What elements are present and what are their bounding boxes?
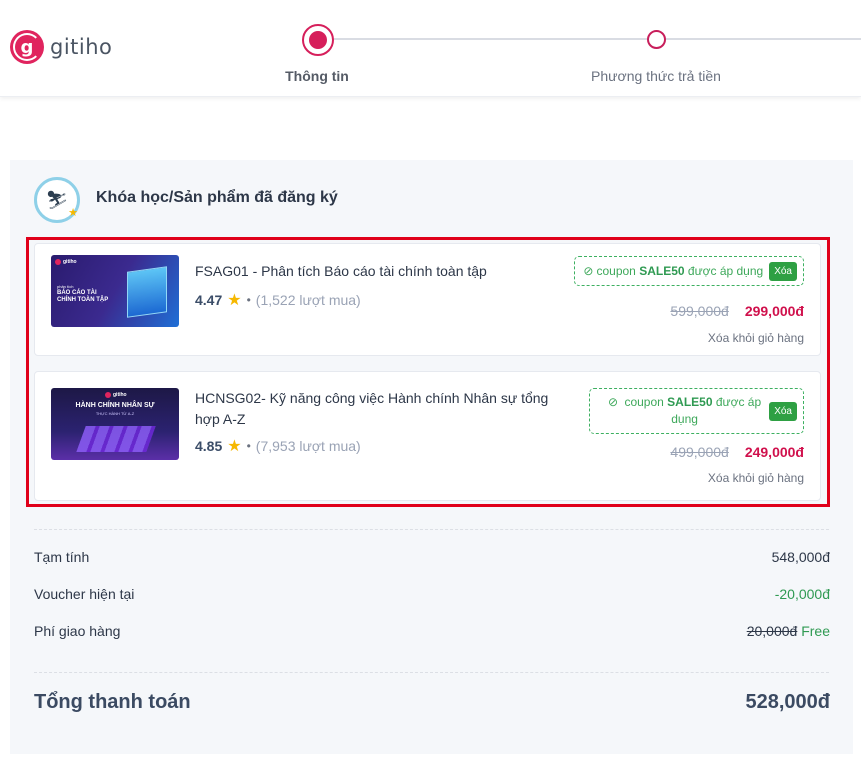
thumbnail-graphic xyxy=(127,266,167,318)
coupon-text: ⊘ coupon SALE50 được áp dụng xyxy=(608,395,762,426)
section-title: Khóa học/Sản phẩm đã đăng ký xyxy=(96,189,338,206)
old-price: 599,000đ xyxy=(670,303,729,319)
subtotal-label: Tạm tính xyxy=(34,549,90,565)
course-thumbnail[interactable]: gitiho phân tích BÁO CÁO TÀI CHÍNH TOÀN T… xyxy=(51,255,179,327)
separator-dot: • xyxy=(246,293,251,307)
thumbnail-brand: gitiho xyxy=(55,259,77,265)
divider xyxy=(34,529,829,530)
star-icon: ★ xyxy=(227,438,242,455)
remove-coupon-button[interactable]: Xóa xyxy=(769,401,797,421)
header: g gitiho Thông tin Phương thức trả tiền xyxy=(0,0,861,97)
step-1-indicator xyxy=(302,24,334,56)
cart-panel: ⛷ ★ Khóa học/Sản phẩm đã đăng ký gitiho p… xyxy=(10,160,853,754)
purchase-count: (1,522 lượt mua) xyxy=(255,292,361,308)
total-label: Tổng thanh toán xyxy=(34,691,191,713)
coupon-code: SALE50 xyxy=(667,395,713,409)
shipping-old-fee: 20,000đ xyxy=(746,623,798,639)
course-title[interactable]: FSAG01 - Phân tích Báo cáo tài chính toà… xyxy=(195,261,555,282)
course-item: gitiho phân tích BÁO CÁO TÀI CHÍNH TOÀN T… xyxy=(34,243,821,356)
new-price: 249,000đ xyxy=(744,444,804,460)
remove-from-cart-link[interactable]: Xóa khỏi giỏ hàng xyxy=(708,471,804,485)
course-title[interactable]: HCNSG02- Kỹ năng công việc Hành chính Nh… xyxy=(195,388,575,430)
separator-dot: • xyxy=(246,439,251,453)
stepper-line xyxy=(318,38,861,40)
new-price: 299,000đ xyxy=(744,303,804,319)
old-price: 499,000đ xyxy=(670,444,729,460)
course-rating: 4.85 ★ • (7,953 lượt mua) xyxy=(195,436,361,456)
total-value: 528,000đ xyxy=(745,691,830,713)
course-icon: ⛷ ★ xyxy=(34,177,80,223)
voucher-value: -20,000đ xyxy=(774,586,830,602)
course-item: gitiho HÀNH CHÍNH NHÂN SỰ THỰC HÀNH TỪ A… xyxy=(34,371,821,501)
price-row: 599,000đ 299,000đ xyxy=(670,303,804,319)
thumbnail-graphic xyxy=(76,426,156,452)
rating-value: 4.85 xyxy=(195,438,223,454)
step-2-label: Phương thức trả tiền xyxy=(591,68,721,84)
check-circle-icon: ⊘ xyxy=(583,264,594,278)
thumbnail-text: HÀNH CHÍNH NHÂN SỰ xyxy=(75,402,155,409)
remove-from-cart-link[interactable]: Xóa khỏi giỏ hàng xyxy=(708,331,804,345)
check-circle-icon: ⊘ xyxy=(608,395,619,409)
star-badge-icon: ★ xyxy=(68,207,78,219)
coupon-badge: ⊘ coupon SALE50 được áp dụng Xóa xyxy=(589,388,804,434)
subtotal-value: 548,000đ xyxy=(771,549,830,565)
shipping-free: Free xyxy=(801,623,830,639)
price-row: 499,000đ 249,000đ xyxy=(670,444,804,460)
step-2-indicator xyxy=(647,30,666,49)
course-rating: 4.47 ★ • (1,522 lượt mua) xyxy=(195,290,361,310)
thumbnail-text: phân tích BÁO CÁO TÀI CHÍNH TOÀN TẬP xyxy=(57,284,109,303)
thumbnail-brand: gitiho xyxy=(105,392,127,398)
step-1-label: Thông tin xyxy=(285,68,349,84)
coupon-badge: ⊘ coupon SALE50 được áp dụng Xóa xyxy=(574,256,804,286)
logo-mark-icon: g xyxy=(10,30,44,64)
logo-text: gitiho xyxy=(50,35,113,59)
coupon-code: SALE50 xyxy=(639,264,685,278)
course-thumbnail[interactable]: gitiho HÀNH CHÍNH NHÂN SỰ THỰC HÀNH TỪ A… xyxy=(51,388,179,460)
remove-coupon-button[interactable]: Xóa xyxy=(769,261,797,281)
voucher-label: Voucher hiện tại xyxy=(34,586,135,602)
shipping-label: Phí giao hàng xyxy=(34,623,121,639)
shipping-value: 20,000đ Free xyxy=(747,623,830,639)
star-icon: ★ xyxy=(227,292,242,309)
divider xyxy=(34,672,829,673)
purchase-count: (7,953 lượt mua) xyxy=(255,438,361,454)
rating-value: 4.47 xyxy=(195,292,223,308)
thumbnail-subtext: THỰC HÀNH TỪ A-Z xyxy=(95,411,135,416)
gitiho-logo[interactable]: g gitiho xyxy=(10,30,112,64)
